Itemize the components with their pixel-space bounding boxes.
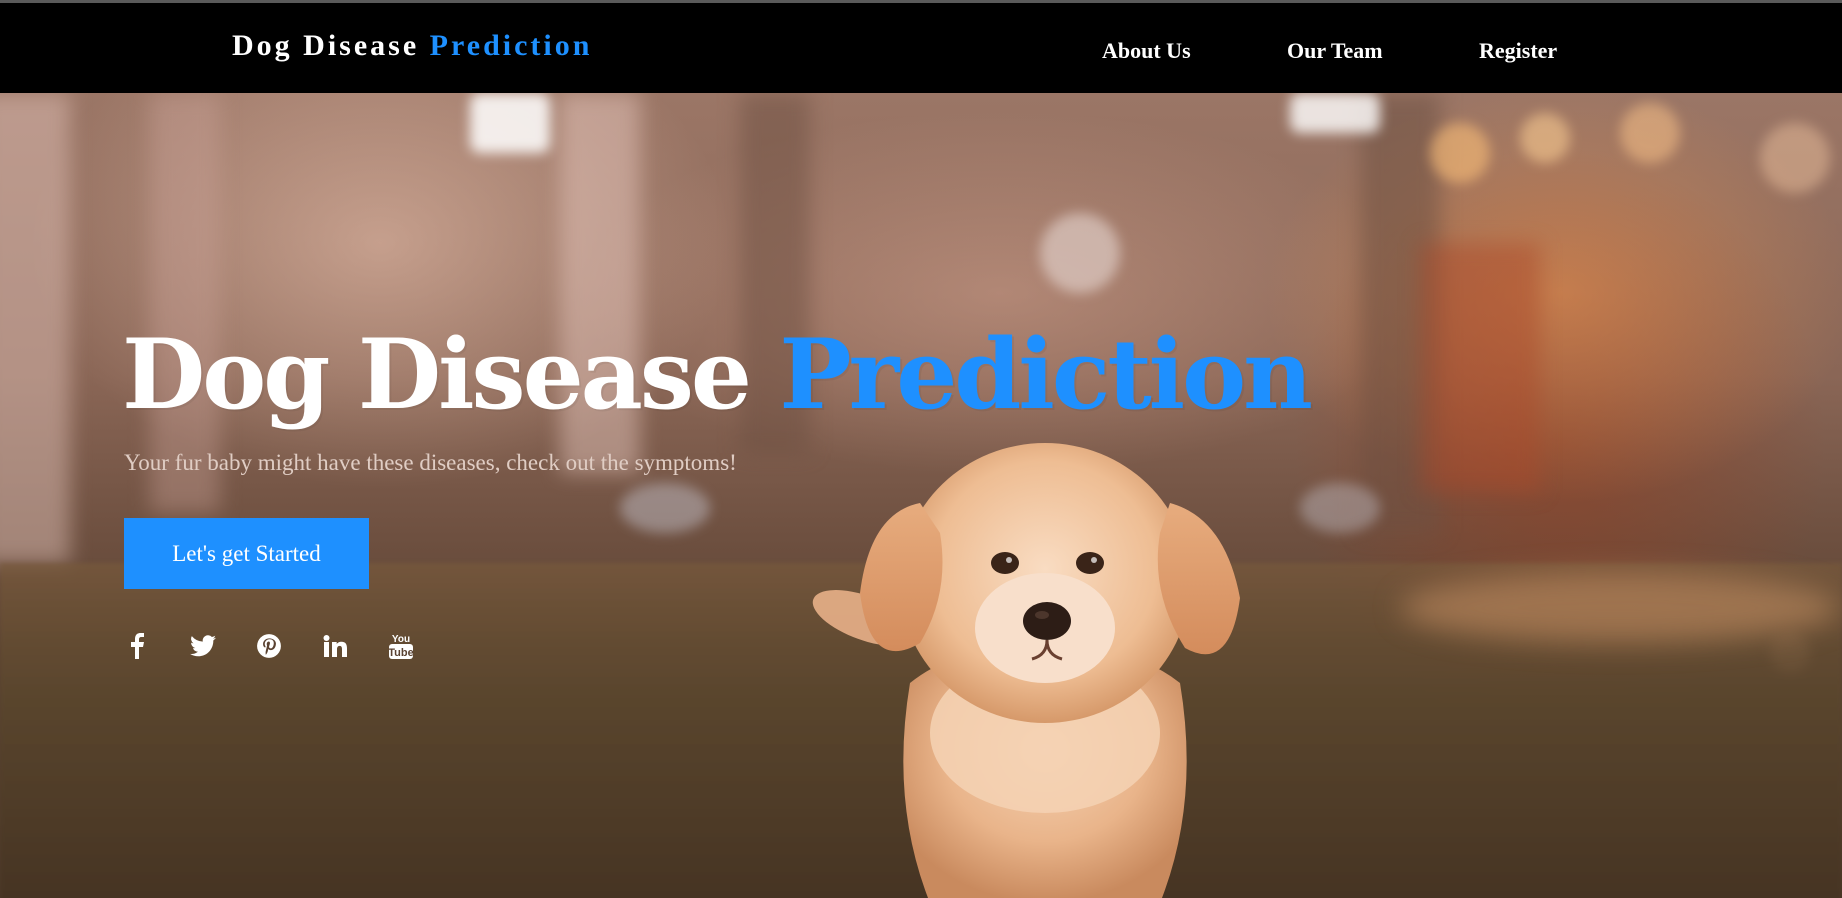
linkedin-icon[interactable]	[320, 631, 350, 661]
nav-link-register[interactable]: Register	[1479, 38, 1557, 64]
hero-section	[0, 93, 1842, 898]
get-started-button[interactable]: Let's get Started	[124, 518, 369, 589]
svg-text:You: You	[392, 634, 410, 645]
sunlit-patch	[1400, 573, 1840, 643]
nav-link-our-team[interactable]: Our Team	[1287, 38, 1383, 64]
bokeh-light	[1290, 93, 1380, 133]
puppy-image	[812, 443, 1240, 898]
hero-title-main: Dog Disease	[122, 318, 752, 431]
nav-link-about-us[interactable]: About Us	[1102, 38, 1191, 64]
bokeh-light	[1300, 483, 1380, 533]
navbar: Dog Disease Prediction About Us Our Team…	[0, 3, 1842, 93]
nav-brand-main: Dog Disease	[232, 29, 420, 62]
nav-brand[interactable]: Dog Disease Prediction	[232, 29, 592, 63]
hero-title-accent: Prediction	[779, 318, 1313, 431]
twitter-icon[interactable]	[188, 631, 218, 661]
bokeh-light	[1620, 103, 1680, 163]
pinterest-icon[interactable]	[254, 631, 284, 661]
bokeh-light	[1040, 213, 1120, 293]
background-pillar	[0, 93, 70, 563]
hero-title: Dog Disease Prediction	[122, 318, 1313, 431]
page: Dog Disease Prediction About Us Our Team…	[0, 0, 1842, 898]
bokeh-light	[620, 483, 710, 533]
bokeh-light	[1520, 113, 1570, 163]
facebook-icon[interactable]	[122, 631, 152, 661]
hero-subtitle: Your fur baby might have these diseases,…	[124, 450, 737, 475]
bokeh-light	[1760, 123, 1830, 193]
background-pillar	[1420, 243, 1540, 493]
youtube-icon[interactable]: You Tube	[386, 631, 416, 661]
bokeh-light	[1430, 123, 1490, 183]
bokeh-light	[470, 93, 550, 153]
social-links: You Tube	[122, 631, 452, 661]
nav-brand-accent: Prediction	[429, 29, 593, 62]
svg-text:Tube: Tube	[389, 647, 413, 659]
